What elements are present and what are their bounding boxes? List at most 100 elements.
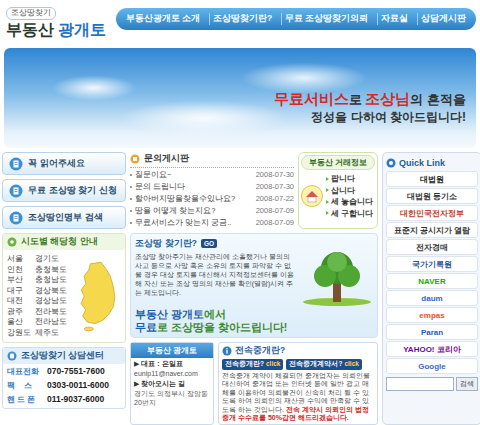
company-line: ▶ 대표 : 은일표	[131, 358, 213, 368]
quick-link-header: Quick Link	[386, 155, 478, 170]
board-post[interactable]: 할아버지땅을찾을수있나요?2008-07-22	[130, 193, 294, 205]
trade-link[interactable]: 세 구합니다	[326, 208, 373, 220]
exclusive-tab[interactable]: 전속중개란?click	[222, 359, 283, 370]
company-line: ▶ 찾아오시는 길	[131, 378, 213, 388]
map-pin-icon	[7, 237, 17, 247]
trade-header: 부동산 거래정보	[301, 155, 375, 170]
quick-link[interactable]: YAHOO! 코리아	[386, 341, 478, 357]
board-header: 문의게시판	[130, 152, 294, 168]
board-post[interactable]: 무료서비스가 맞는지 궁금..2008-07-09	[130, 217, 294, 229]
nav-item[interactable]: 상담게시판	[417, 13, 469, 25]
content: 꼭 읽어주세요무료 조상땅 찾기 신청조상땅인명부 검색시도별 해당청 안내서울…	[0, 152, 480, 425]
board-post[interactable]: 땅을 어떻게 찾는지요?2008-07-09	[130, 205, 294, 217]
quick-link[interactable]: 대한민국전자정부	[386, 205, 478, 221]
about-text: 조상땅 찾아주기는 재산관리에 소홀했거나 불의의 사고 등으로 사망 혹은 소…	[135, 252, 297, 306]
nav-item[interactable]: 조상땅찾기란?	[209, 13, 275, 25]
contact-row: 대표전화070-7551-7600	[3, 364, 125, 378]
trade-link[interactable]: 팝니다	[326, 173, 373, 185]
center-column: 문의게시판질문이요~2008-07-30문의 드립니다2008-07-30할아버…	[130, 152, 378, 425]
trade-link[interactable]: 삽니다	[326, 185, 373, 197]
company-line: eunip11@naver.com	[131, 368, 213, 378]
region-link[interactable]: 전라남도	[35, 317, 67, 328]
region-link[interactable]: 인천	[7, 265, 31, 276]
link-icon	[386, 158, 396, 168]
exclusive-text: 전속중개 계약이 체결되면 중개업자는 의뢰인을 대신하여 중개업 또는 인터넷…	[222, 372, 374, 422]
document-icon	[9, 184, 23, 198]
main-nav: 부동산광개토 소개 조상땅찾기란? 무료 조상땅찾기의뢰 자료실 상담게시판	[116, 8, 476, 30]
quick-link[interactable]: 표준지 공시지가 열람	[386, 222, 478, 238]
quick-link[interactable]: Google	[386, 358, 478, 374]
trade-info: 부동산 거래정보팝니다삽니다세 놓습니다세 구합니다	[298, 152, 378, 229]
board-post[interactable]: 질문이요~2008-07-30	[130, 169, 294, 181]
region-link[interactable]: 서울	[7, 254, 31, 265]
quick-link[interactable]: 대법원	[386, 171, 478, 187]
region-link[interactable]: 대구	[7, 286, 31, 297]
about-section: 조상땅 찾기란?GO 조상땅 찾아주기는 재산관리에 소홀했거나 불의의 사고 등…	[130, 233, 378, 338]
quick-link[interactable]: 국가기록원	[386, 256, 478, 272]
header: 조상땅찾기부동산광개토 부동산광개토 소개 조상땅찾기란? 무료 조상땅찾기의뢰 자료실…	[0, 0, 480, 46]
region-link[interactable]: 경상북도	[35, 286, 67, 297]
quick-links: Quick Link대법원대법원 등기소대한민국전자정부표준지 공시지가 열람전…	[382, 152, 480, 425]
exclusive-tab[interactable]: 전속중개계약서?click	[286, 359, 361, 370]
quick-link[interactable]: 전자경매	[386, 239, 478, 255]
korea-map-icon[interactable]	[75, 252, 121, 340]
logo-tagline: 조상땅찾기	[6, 7, 56, 20]
board-post[interactable]: 문의 드립니다2008-07-30	[130, 181, 294, 193]
exclusive-brokerage: 전속중개란? 전속중개란?click전속중개계약서?click 전속중개 계약이 체…	[218, 342, 378, 425]
tree-icon	[301, 250, 373, 306]
company-line: 경기도 의정부시 장암동 20번지	[131, 388, 213, 407]
region-link[interactable]: 충청북도	[35, 265, 67, 276]
nav-item[interactable]: 무료 조상땅찾기의뢰	[281, 13, 371, 25]
region-panel: 시도별 해당청 안내서울인천부산대구대전광주울산강원도경기도충청북도충청남도경상…	[2, 233, 126, 343]
consult-header: 조상땅찾기 상담센터	[3, 348, 125, 364]
quick-link[interactable]: NAVER	[386, 273, 478, 289]
region-link[interactable]: 제주도	[35, 328, 67, 339]
company-header: 부동산 광개토	[131, 343, 213, 358]
quick-link[interactable]: empas	[386, 307, 478, 323]
region-list: 서울인천부산대구대전광주울산강원도 경기도충청북도충청남도경상북도경상남도전라북도…	[7, 254, 67, 338]
left-sidebar: 꼭 읽어주세요무료 조상땅 찾기 신청조상땅인명부 검색시도별 해당청 안내서울…	[2, 152, 126, 425]
document-icon	[9, 211, 23, 225]
quick-link[interactable]: daum	[386, 290, 478, 306]
logo-name: 부동산광개토	[6, 21, 106, 39]
hero-banner: 무료서비스로 조상님의 흔적을정성을 다하여 찾아드립니다!	[4, 48, 476, 148]
house-icon	[301, 185, 323, 207]
document-icon	[9, 157, 23, 171]
contact-row: 팩 스0303-0011-6000	[3, 378, 125, 392]
region-link[interactable]: 경상남도	[35, 296, 67, 307]
search-input[interactable]	[386, 377, 454, 391]
go-button[interactable]: GO	[201, 239, 217, 248]
consult-center: 조상땅찾기 상담센터대표전화070-7551-7600팩 스0303-0011-…	[2, 347, 126, 409]
quick-link[interactable]: 대법원 등기소	[386, 188, 478, 204]
trade-link[interactable]: 세 놓습니다	[326, 196, 373, 208]
nav-item[interactable]: 부동산광개토 소개	[123, 13, 203, 25]
region-link[interactable]: 울산	[7, 317, 31, 328]
region-link[interactable]: 대전	[7, 296, 31, 307]
region-link[interactable]: 경기도	[35, 254, 67, 265]
nav-item[interactable]: 자료실	[377, 13, 411, 25]
search-bar: 검색	[386, 377, 478, 391]
qna-board: 문의게시판질문이요~2008-07-30문의 드립니다2008-07-30할아버…	[130, 152, 294, 229]
side-button[interactable]: 조상땅인명부 검색	[2, 206, 126, 229]
page: 조상땅찾기부동산광개토 부동산광개토 소개 조상땅찾기란? 무료 조상땅찾기의뢰 자료실…	[0, 0, 480, 425]
info-icon	[222, 346, 232, 356]
company-info: 부동산 광개토▶ 대표 : 은일표eunip11@naver.com▶ 찾아오시…	[130, 342, 214, 425]
logo[interactable]: 조상땅찾기부동산광개토	[6, 7, 110, 39]
region-link[interactable]: 충청남도	[35, 275, 67, 286]
about-header: 조상땅 찾기란?GO	[135, 237, 373, 250]
banner-text: 무료서비스로 조상님의 흔적을정성을 다하여 찾아드립니다!	[274, 71, 476, 125]
region-link[interactable]: 광주	[7, 307, 31, 318]
region-header: 시도별 해당청 안내	[3, 234, 125, 250]
region-link[interactable]: 부산	[7, 275, 31, 286]
exclusive-header: 전속중개란?	[222, 345, 374, 357]
side-button[interactable]: 무료 조상땅 찾기 신청	[2, 179, 126, 202]
contact-row: 핸 드 폰011-9037-6000	[3, 392, 125, 406]
phone-icon	[7, 351, 17, 361]
slogan: 부동산 광개토에서무료로 조상땅을 찾아드립니다!	[135, 306, 373, 334]
side-button[interactable]: 꼭 읽어주세요	[2, 152, 126, 175]
search-button[interactable]: 검색	[456, 377, 478, 391]
region-link[interactable]: 강원도	[7, 328, 31, 339]
quick-link[interactable]: Paran	[386, 324, 478, 340]
board-icon	[130, 154, 140, 164]
region-link[interactable]: 전라북도	[35, 307, 67, 318]
